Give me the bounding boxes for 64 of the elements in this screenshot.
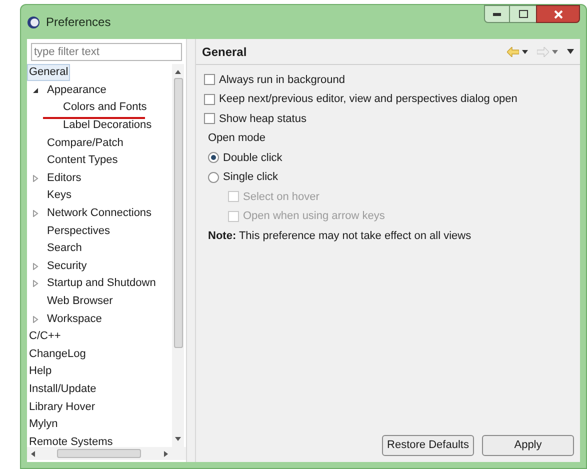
tree-item[interactable]: Web Browser [45, 293, 115, 310]
app-icon [27, 16, 40, 28]
maximize-icon [518, 10, 528, 18]
checkbox[interactable] [204, 94, 215, 105]
dropdown-icon[interactable] [522, 50, 528, 54]
scrollbar-thumb[interactable] [57, 449, 141, 458]
tree-item[interactable]: Editors [45, 170, 84, 187]
tree-item[interactable]: Remote Systems [27, 434, 115, 447]
tree-item[interactable]: C/C++ [27, 328, 63, 346]
tree-item[interactable]: Mylyn [27, 416, 60, 434]
minimize-button[interactable] [484, 5, 510, 23]
scroll-down-icon [175, 437, 181, 441]
vertical-scrollbar[interactable] [172, 64, 184, 447]
tree-item[interactable]: Startup and Shutdown [45, 275, 158, 292]
group-label: Open mode [208, 131, 266, 146]
scroll-right-icon [164, 450, 168, 456]
checkbox[interactable] [204, 74, 215, 86]
tree-item[interactable]: Perspectives [45, 222, 112, 240]
minimize-icon [493, 12, 501, 16]
collapsed-arrow-icon[interactable] [31, 280, 39, 288]
tree-item[interactable]: Search [45, 240, 84, 258]
close-icon [554, 10, 562, 18]
tree-item[interactable]: ChangeLog [27, 346, 88, 363]
window-title: Preferences [46, 14, 111, 31]
radio-button[interactable] [208, 172, 219, 183]
option-label: Show heap status [219, 112, 306, 126]
tree-item[interactable]: Compare/Patch [45, 134, 126, 152]
tree-item[interactable]: Workspace [45, 310, 104, 328]
filter-field[interactable]: type filter text [31, 43, 182, 61]
option-label: Open when using arrow keys [243, 209, 385, 224]
tree-item[interactable]: Label Decorations [61, 117, 154, 134]
collapsed-arrow-icon[interactable] [31, 210, 39, 218]
horizontal-scrollbar[interactable] [27, 447, 186, 460]
tree-item[interactable]: Colors and Fonts [61, 99, 149, 116]
scroll-left-icon [31, 450, 35, 456]
tree-item[interactable]: Security [45, 258, 89, 275]
option-label: Keep next/previous editor, view and perspectives dialog open [219, 92, 518, 107]
view-menu-icon[interactable] [567, 49, 574, 54]
scroll-up-icon [175, 70, 181, 74]
radio-button[interactable] [208, 152, 219, 164]
dialog-button[interactable]: Apply [482, 435, 574, 456]
tree-item[interactable]: Content Types [45, 152, 120, 170]
note-text: Note: This preference may not take effect on all views [208, 228, 472, 244]
option-label: Double click [223, 150, 282, 166]
tree-item[interactable]: Network Connections [45, 205, 154, 222]
expanded-arrow-icon[interactable] [31, 86, 39, 94]
option-label: Single click [223, 170, 278, 185]
tree-item[interactable]: Keys [45, 187, 74, 204]
option-label: Select on hover [243, 190, 320, 204]
dialog-button[interactable]: Restore Defaults [382, 435, 474, 456]
tree-item[interactable]: Library Hover [27, 398, 98, 416]
checkbox[interactable] [204, 113, 215, 124]
close-button[interactable] [536, 5, 580, 23]
collapsed-arrow-icon[interactable] [31, 315, 39, 324]
collapsed-arrow-icon[interactable] [31, 174, 39, 182]
tree-item[interactable]: Appearance [45, 82, 108, 99]
tree-item[interactable]: Install/Update [27, 380, 98, 398]
collapsed-arrow-icon[interactable] [31, 262, 39, 270]
tree-item[interactable]: General [27, 64, 70, 82]
scrollbar-thumb[interactable] [174, 78, 182, 348]
tree-item[interactable]: Help [27, 363, 54, 380]
maximize-button[interactable] [510, 5, 536, 23]
option-label: Always run in background [219, 72, 345, 88]
page-title: General [202, 44, 247, 60]
